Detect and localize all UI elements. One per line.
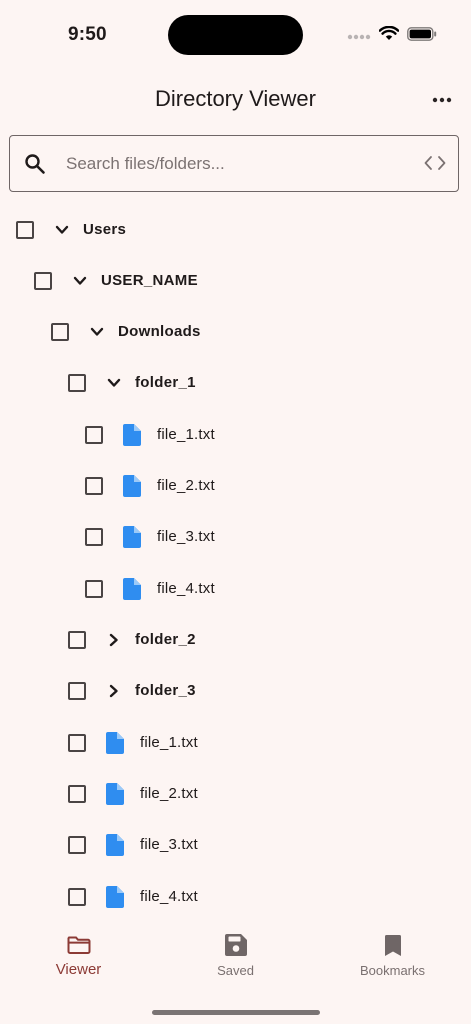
tree-row-label: folder_2 xyxy=(135,631,196,648)
chevron-down-icon[interactable] xyxy=(69,270,91,292)
battery-icon xyxy=(407,26,437,46)
tree-row-label: file_2.txt xyxy=(140,785,198,802)
tree-row-label: Users xyxy=(83,221,127,238)
status-bar: 9:50 xyxy=(0,0,471,70)
tree-row-file[interactable]: file_1.txt xyxy=(85,409,215,460)
chevron-right-icon[interactable] xyxy=(103,680,125,702)
tree-row-label: file_1.txt xyxy=(157,426,215,443)
tree-row-folder[interactable]: Users xyxy=(16,204,126,255)
app-bar: Directory Viewer xyxy=(0,70,471,126)
search-box xyxy=(9,135,459,192)
row-checkbox[interactable] xyxy=(85,579,103,598)
code-toggle-icon[interactable] xyxy=(424,154,446,177)
tree-row-label: folder_1 xyxy=(135,374,196,391)
more-button[interactable] xyxy=(429,86,455,112)
signal-dots-icon xyxy=(347,27,371,45)
tree-row-label: file_4.txt xyxy=(140,888,198,905)
tree-row-label: Downloads xyxy=(118,323,201,340)
search-icon xyxy=(24,153,46,180)
row-checkbox[interactable] xyxy=(68,630,86,649)
bookmark-icon xyxy=(384,933,401,957)
nav-item-bookmarks[interactable]: Bookmarks xyxy=(314,925,471,985)
row-checkbox[interactable] xyxy=(16,220,34,239)
dynamic-island xyxy=(168,15,303,55)
wifi-icon xyxy=(378,25,400,46)
tree-row-file[interactable]: file_3.txt xyxy=(68,819,198,870)
file-icon xyxy=(121,577,143,600)
tree-row-label: folder_3 xyxy=(135,682,196,699)
row-checkbox[interactable] xyxy=(85,476,103,495)
tree-row-file[interactable]: file_4.txt xyxy=(85,563,215,614)
tree-row-folder[interactable]: Downloads xyxy=(51,306,201,357)
row-checkbox[interactable] xyxy=(68,887,86,906)
tree-row-folder[interactable]: folder_1 xyxy=(68,357,196,408)
tree-row-folder[interactable]: folder_2 xyxy=(68,614,196,665)
file-icon xyxy=(104,833,126,856)
tree-row-file[interactable]: file_1.txt xyxy=(68,717,198,768)
row-checkbox[interactable] xyxy=(68,835,86,854)
tree-row-label: USER_NAME xyxy=(101,272,198,289)
home-indicator xyxy=(152,1010,320,1015)
chevron-down-icon[interactable] xyxy=(103,372,125,394)
tree-row-label: file_2.txt xyxy=(157,477,215,494)
row-checkbox[interactable] xyxy=(68,784,86,803)
tree-row-label: file_3.txt xyxy=(140,836,198,853)
status-time: 9:50 xyxy=(68,24,107,45)
folder-icon xyxy=(66,933,91,957)
chevron-down-icon[interactable] xyxy=(51,219,73,241)
chevron-right-icon[interactable] xyxy=(103,629,125,651)
bottom-nav: Viewer Saved Bookmarks xyxy=(0,925,471,995)
row-checkbox[interactable] xyxy=(85,527,103,546)
file-icon xyxy=(121,474,143,497)
nav-label: Viewer xyxy=(55,961,102,978)
file-icon xyxy=(104,782,126,805)
save-icon xyxy=(224,933,247,957)
row-checkbox[interactable] xyxy=(68,681,86,700)
chevron-down-icon[interactable] xyxy=(86,321,108,343)
file-icon xyxy=(121,423,143,446)
tree-row-file[interactable]: file_4.txt xyxy=(68,871,198,922)
row-checkbox[interactable] xyxy=(51,322,69,341)
row-checkbox[interactable] xyxy=(85,425,103,444)
page-title: Directory Viewer xyxy=(155,86,316,111)
tree-row-file[interactable]: file_3.txt xyxy=(85,511,215,562)
tree-row-label: file_1.txt xyxy=(140,734,198,751)
search-input[interactable] xyxy=(64,148,408,180)
more-horizontal-icon xyxy=(432,90,452,108)
nav-item-viewer[interactable]: Viewer xyxy=(0,925,157,985)
file-icon xyxy=(104,885,126,908)
nav-item-saved[interactable]: Saved xyxy=(157,925,314,985)
tree-row-folder[interactable]: USER_NAME xyxy=(34,255,198,306)
tree-row-label: file_4.txt xyxy=(157,580,215,597)
tree-row-folder[interactable]: folder_3 xyxy=(68,665,196,716)
nav-label: Saved xyxy=(217,963,254,978)
tree-row-file[interactable]: file_2.txt xyxy=(85,460,215,511)
row-checkbox[interactable] xyxy=(68,733,86,752)
file-icon xyxy=(104,731,126,754)
tree-row-label: file_3.txt xyxy=(157,528,215,545)
row-checkbox[interactable] xyxy=(34,271,52,290)
status-icons xyxy=(347,25,437,46)
nav-label: Bookmarks xyxy=(359,963,426,978)
row-checkbox[interactable] xyxy=(68,373,86,392)
tree-row-file[interactable]: file_2.txt xyxy=(68,768,198,819)
file-icon xyxy=(121,525,143,548)
